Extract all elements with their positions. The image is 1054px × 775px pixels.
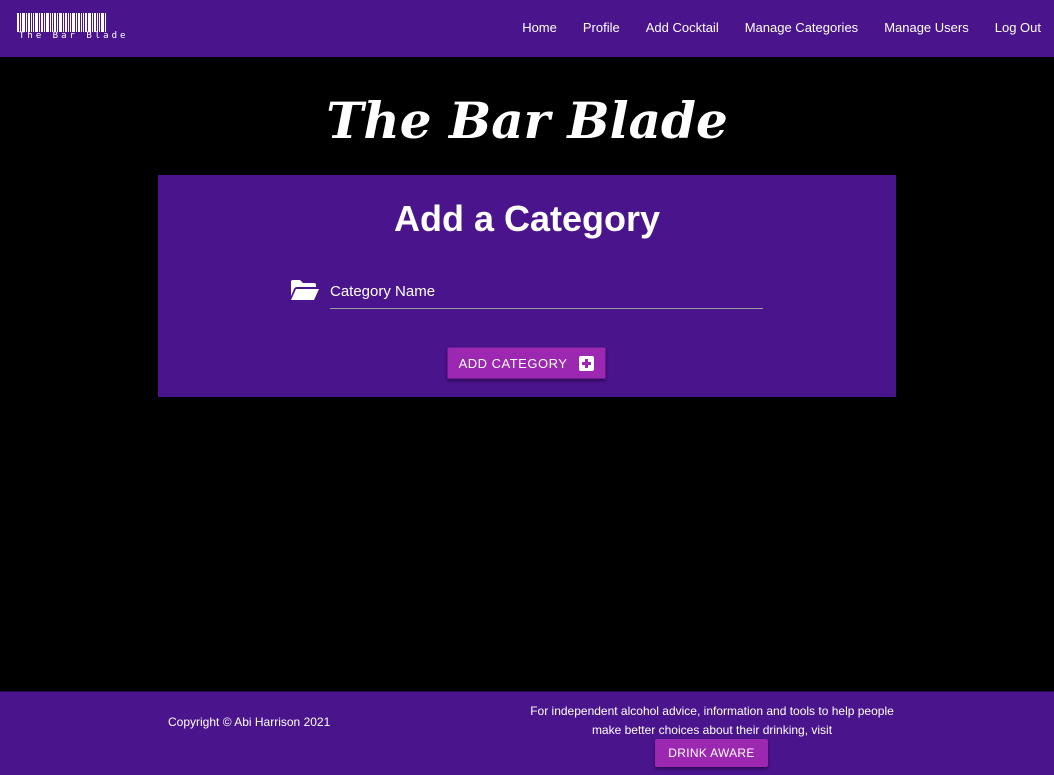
page-brand-title: The Bar Blade xyxy=(326,91,728,150)
navbar: The Bar Blade Home Profile Add Cocktail … xyxy=(0,0,1054,57)
alcohol-advice-text: For independent alcohol advice, informat… xyxy=(530,704,894,737)
folder-open-icon xyxy=(291,280,319,300)
nav-link-profile[interactable]: Profile xyxy=(570,20,633,36)
logo-text: The Bar Blade xyxy=(19,31,129,41)
add-category-card: Add a Category ADD CATEGORY xyxy=(158,175,896,397)
form-title: Add a Category xyxy=(393,198,661,239)
plus-square-icon xyxy=(579,355,595,371)
nav-links: Home Profile Add Cocktail Manage Categor… xyxy=(509,20,1041,36)
nav-link-log-out[interactable]: Log Out xyxy=(982,20,1041,36)
nav-link-home[interactable]: Home xyxy=(509,20,570,36)
drink-aware-button[interactable]: DRINK AWARE xyxy=(655,739,768,767)
add-category-button[interactable]: ADD CATEGORY xyxy=(447,347,606,379)
copyright-text: Copyright © Abi Harrison 2021 xyxy=(168,715,331,729)
add-category-label: ADD CATEGORY xyxy=(458,355,568,371)
brand-logo[interactable]: The Bar Blade xyxy=(17,13,137,43)
footer: Copyright © Abi Harrison 2021 For indepe… xyxy=(0,691,1054,775)
nav-link-add-cocktail[interactable]: Add Cocktail xyxy=(633,20,732,36)
category-name-field xyxy=(290,279,764,309)
nav-link-manage-categories[interactable]: Manage Categories xyxy=(732,20,871,36)
barcode-icon xyxy=(17,13,106,32)
category-name-input[interactable] xyxy=(330,279,763,309)
nav-link-manage-users[interactable]: Manage Users xyxy=(871,20,982,36)
